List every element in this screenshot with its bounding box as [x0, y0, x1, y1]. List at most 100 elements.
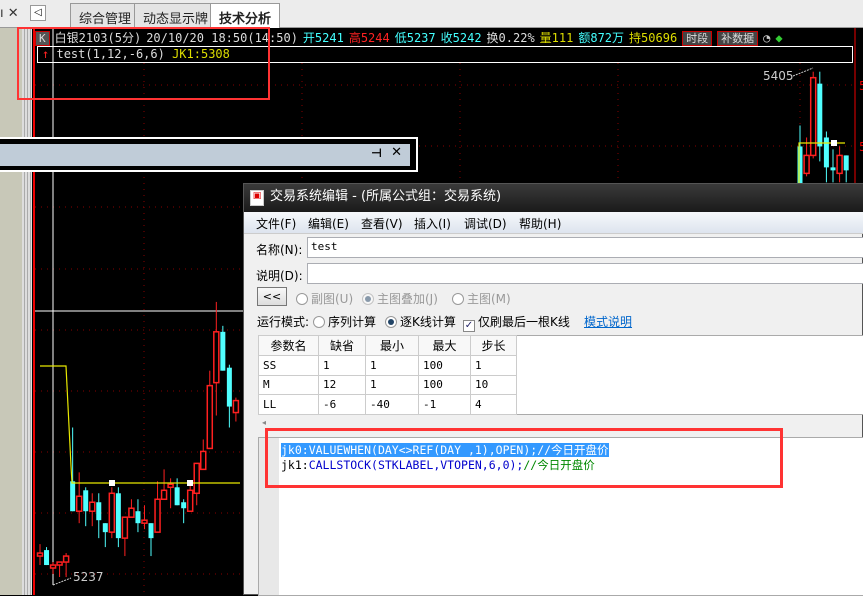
low-price: 低5237: [395, 31, 436, 45]
volume: 量111: [540, 31, 574, 45]
description-input[interactable]: [307, 263, 863, 284]
high-pointer: [793, 68, 813, 76]
name-input[interactable]: test: [307, 237, 863, 258]
candle: [109, 493, 114, 532]
cell[interactable]: 10: [471, 375, 517, 395]
candle: [96, 502, 101, 520]
candle: [804, 155, 809, 173]
amount: 额872万: [578, 31, 624, 45]
cell[interactable]: M: [259, 375, 319, 395]
radio-series-mode[interactable]: 序列计算: [313, 313, 376, 330]
fill-data-button[interactable]: 补数据: [717, 31, 758, 46]
cell[interactable]: LL: [259, 395, 319, 415]
open-interest: 持50696: [629, 31, 677, 45]
table-row[interactable]: SS111001: [259, 355, 863, 375]
candle: [175, 487, 180, 505]
run-mode-label: 运行模式:: [257, 313, 309, 330]
collapse-button[interactable]: <<: [257, 287, 287, 306]
col-header[interactable]: 最小: [366, 336, 419, 356]
tab-overview[interactable]: 综合管理: [70, 3, 140, 28]
col-header[interactable]: 步长: [471, 336, 517, 356]
candle: [798, 146, 803, 185]
signal-marker: [831, 140, 837, 146]
radio-main-chart[interactable]: 主图(M): [452, 290, 511, 307]
candle: [824, 137, 829, 167]
cell[interactable]: -6: [319, 395, 366, 415]
diamond-icon[interactable]: ◆: [775, 31, 782, 45]
price-tick-label: 5: [859, 79, 863, 93]
scroll-left-button[interactable]: ◁: [30, 5, 46, 21]
cell[interactable]: 1: [471, 355, 517, 375]
candle: [162, 490, 167, 499]
annotation-box: [265, 428, 783, 488]
tab-bar: ı ✕ ◁ 综合管理 动态显示牌 技术分析: [0, 0, 863, 28]
radio-icon: [385, 316, 397, 328]
menu-view[interactable]: 查看(V): [361, 215, 403, 232]
clock-icon[interactable]: ◔: [763, 31, 770, 45]
cell[interactable]: 1: [319, 355, 366, 375]
col-header[interactable]: 缺省: [319, 336, 366, 356]
table-row[interactable]: M12110010: [259, 375, 863, 395]
formula-app-icon: ▣: [250, 190, 264, 206]
candle: [57, 562, 62, 565]
dialog-title: 交易系统编辑 - (所属公式组：交易系统): [244, 184, 863, 212]
pin-icon[interactable]: ⊣: [371, 146, 382, 160]
period-button[interactable]: 时段: [682, 31, 712, 46]
cell[interactable]: 100: [419, 355, 471, 375]
cell[interactable]: 12: [319, 375, 366, 395]
candle: [201, 451, 206, 469]
filler: [517, 336, 863, 356]
cell[interactable]: 1: [366, 375, 419, 395]
close-icon[interactable]: ı ✕: [0, 6, 19, 21]
menu-bar: 文件(F) 编辑(E) 查看(V) 插入(I) 调试(D) 帮助(H): [244, 212, 863, 234]
menu-insert[interactable]: 插入(I): [414, 215, 451, 232]
candle: [233, 401, 238, 413]
signal-marker: [187, 480, 193, 486]
high-price-label: 5405: [763, 69, 794, 83]
mode-help-link[interactable]: 模式说明: [584, 313, 632, 330]
description-label: 说明(D):: [256, 267, 303, 284]
splitter[interactable]: [22, 28, 32, 595]
menu-help[interactable]: 帮助(H): [519, 215, 561, 232]
candle: [194, 463, 199, 493]
candle: [168, 484, 173, 487]
candle: [129, 508, 134, 517]
cell[interactable]: SS: [259, 355, 319, 375]
col-header[interactable]: 最大: [419, 336, 471, 356]
cell[interactable]: 4: [471, 395, 517, 415]
tab-technical-analysis[interactable]: 技术分析: [210, 3, 280, 29]
annotation-box: [17, 27, 270, 100]
menu-edit[interactable]: 编辑(E): [308, 215, 349, 232]
menu-debug[interactable]: 调试(D): [464, 215, 507, 232]
radio-tick-mode[interactable]: 逐K线计算: [385, 313, 456, 330]
col-header[interactable]: 参数名: [259, 336, 319, 356]
candle: [51, 565, 56, 568]
cell[interactable]: -1: [419, 395, 471, 415]
radio-icon: [313, 316, 325, 328]
candle: [188, 490, 193, 511]
tab-quote-board[interactable]: 动态显示牌: [134, 3, 217, 28]
candle: [90, 502, 95, 511]
close-icon[interactable]: ✕: [391, 145, 402, 160]
menu-file[interactable]: 文件(F): [256, 215, 296, 232]
radio-label: 副图(U): [311, 292, 353, 306]
low-pointer: [53, 578, 71, 585]
candle: [70, 481, 75, 511]
radio-subchart[interactable]: 副图(U): [296, 290, 353, 307]
candle: [135, 511, 140, 523]
price-tick-label: 5: [859, 140, 863, 154]
cell[interactable]: 1: [366, 355, 419, 375]
table-header-row: 参数名 缺省 最小 最大 步长: [259, 336, 863, 356]
candle: [44, 550, 49, 565]
candle: [103, 523, 108, 532]
toolbar-body[interactable]: ⊣ ✕: [0, 144, 410, 166]
only-last-bar-checkbox[interactable]: ✓仅刷最后一根K线: [463, 313, 570, 332]
cell[interactable]: -40: [366, 395, 419, 415]
table-row[interactable]: LL-6-40-14: [259, 395, 863, 415]
scroll-left-arrow-icon[interactable]: ◂: [262, 418, 266, 427]
cell[interactable]: 100: [419, 375, 471, 395]
radio-main-overlay[interactable]: 主图叠加(J): [362, 290, 438, 307]
radio-label: 逐K线计算: [400, 315, 456, 329]
radio-icon: [452, 293, 464, 305]
candle: [83, 490, 88, 511]
